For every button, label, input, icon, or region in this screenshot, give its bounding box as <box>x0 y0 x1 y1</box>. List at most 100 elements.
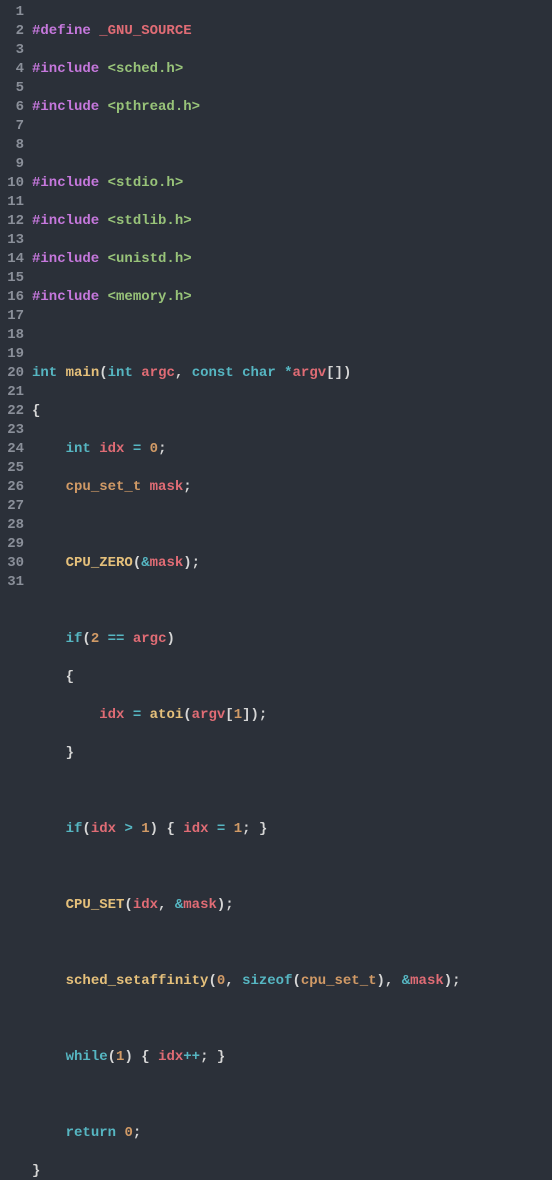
line-number: 10 <box>0 174 24 193</box>
code-line[interactable]: #define _GNU_SOURCE <box>32 22 552 41</box>
token-punct: { <box>32 403 40 419</box>
token-header: <memory.h> <box>108 289 192 305</box>
line-number: 5 <box>0 79 24 98</box>
token-preproc: #include <box>32 251 99 267</box>
token-header: <stdio.h> <box>108 175 184 191</box>
token-ident: idx <box>133 897 158 913</box>
token-op: == <box>108 631 125 647</box>
token-punct: ( <box>82 631 90 647</box>
token-preproc: #include <box>32 99 99 115</box>
token-punct: ; <box>158 441 166 457</box>
token-macro: _GNU_SOURCE <box>99 23 191 39</box>
token-punct: } <box>66 745 74 761</box>
code-line[interactable] <box>32 1086 552 1105</box>
code-line[interactable]: CPU_ZERO(&mask); <box>32 554 552 573</box>
code-line[interactable]: CPU_SET(idx, &mask); <box>32 896 552 915</box>
code-line[interactable]: #include <unistd.h> <box>32 250 552 269</box>
token-punct: ; <box>259 707 267 723</box>
line-number: 4 <box>0 60 24 79</box>
token-keyword: if <box>66 821 83 837</box>
token-number: 0 <box>124 1125 132 1141</box>
code-line[interactable]: { <box>32 668 552 687</box>
code-line[interactable] <box>32 592 552 611</box>
token-punct: ( <box>108 1049 116 1065</box>
line-number: 22 <box>0 402 24 421</box>
token-header: <sched.h> <box>108 61 184 77</box>
token-op: * <box>284 365 292 381</box>
token-punct: { <box>66 669 74 685</box>
line-number: 14 <box>0 250 24 269</box>
token-preproc: #include <box>32 289 99 305</box>
line-number: 18 <box>0 326 24 345</box>
token-number: 0 <box>217 973 225 989</box>
token-punct: , <box>385 973 393 989</box>
line-number: 13 <box>0 231 24 250</box>
line-number: 19 <box>0 345 24 364</box>
token-func: sched_setaffinity <box>66 973 209 989</box>
token-ident: mask <box>183 897 217 913</box>
token-punct: ; <box>200 1049 208 1065</box>
code-line[interactable]: while(1) { idx++; } <box>32 1048 552 1067</box>
code-line[interactable]: cpu_set_t mask; <box>32 478 552 497</box>
token-punct: ) <box>183 555 191 571</box>
code-line[interactable] <box>32 782 552 801</box>
token-preproc: #include <box>32 61 99 77</box>
code-line[interactable]: if(2 == argc) <box>32 630 552 649</box>
token-punct: ; <box>242 821 250 837</box>
token-punct: ( <box>124 897 132 913</box>
code-line[interactable]: #include <memory.h> <box>32 288 552 307</box>
token-op: = <box>217 821 225 837</box>
code-line[interactable] <box>32 858 552 877</box>
code-line[interactable]: return 0; <box>32 1124 552 1143</box>
token-ident: argv <box>192 707 226 723</box>
token-ident: argc <box>133 631 167 647</box>
token-op: & <box>402 973 410 989</box>
token-preproc: #include <box>32 213 99 229</box>
code-line[interactable] <box>32 934 552 953</box>
token-op: > <box>124 821 132 837</box>
code-line[interactable] <box>32 516 552 535</box>
code-area[interactable]: #define _GNU_SOURCE #include <sched.h> #… <box>30 3 552 1180</box>
code-line[interactable]: #include <stdlib.h> <box>32 212 552 231</box>
token-func: main <box>66 365 100 381</box>
token-keyword: const <box>192 365 234 381</box>
token-punct: ) <box>217 897 225 913</box>
line-number: 3 <box>0 41 24 60</box>
code-line[interactable]: int main(int argc, const char *argv[]) <box>32 364 552 383</box>
code-line[interactable]: #include <sched.h> <box>32 60 552 79</box>
token-number: 2 <box>91 631 99 647</box>
line-number: 11 <box>0 193 24 212</box>
token-type: char <box>242 365 276 381</box>
token-punct: ; <box>452 973 460 989</box>
token-header: <unistd.h> <box>108 251 192 267</box>
code-line[interactable] <box>32 326 552 345</box>
token-ident: mask <box>150 479 184 495</box>
code-line[interactable]: } <box>32 744 552 763</box>
code-line[interactable]: if(idx > 1) { idx = 1; } <box>32 820 552 839</box>
token-keyword: return <box>66 1125 116 1141</box>
code-line[interactable]: { <box>32 402 552 421</box>
code-line[interactable]: #include <pthread.h> <box>32 98 552 117</box>
token-number: 1 <box>234 821 242 837</box>
token-ident: mask <box>410 973 444 989</box>
code-line[interactable]: #include <stdio.h> <box>32 174 552 193</box>
token-punct: { <box>141 1049 149 1065</box>
token-punct: ) <box>150 821 158 837</box>
token-func: CPU_ZERO <box>66 555 133 571</box>
token-punct: ) <box>124 1049 132 1065</box>
line-number: 23 <box>0 421 24 440</box>
token-ident: mask <box>150 555 184 571</box>
token-punct: ; <box>133 1125 141 1141</box>
code-line[interactable]: idx = atoi(argv[1]); <box>32 706 552 725</box>
code-line[interactable]: int idx = 0; <box>32 440 552 459</box>
line-number: 29 <box>0 535 24 554</box>
code-line[interactable]: sched_setaffinity(0, sizeof(cpu_set_t), … <box>32 972 552 991</box>
code-line[interactable] <box>32 136 552 155</box>
token-header: <stdlib.h> <box>108 213 192 229</box>
line-number: 30 <box>0 554 24 573</box>
line-number: 1 <box>0 3 24 22</box>
code-line[interactable]: } <box>32 1162 552 1180</box>
token-punct: ( <box>82 821 90 837</box>
code-line[interactable] <box>32 1010 552 1029</box>
token-punct: , <box>158 897 166 913</box>
